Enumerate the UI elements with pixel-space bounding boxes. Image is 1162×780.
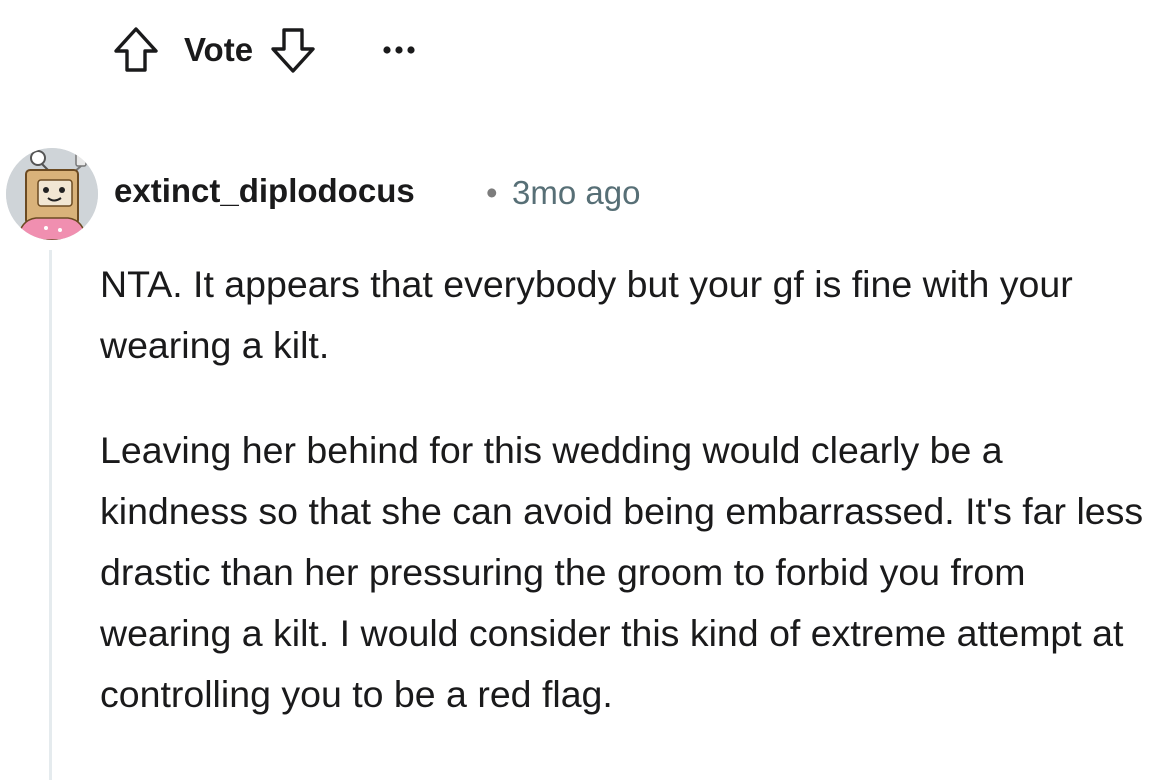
comment-body: NTA. It appears that everybody but your … (100, 254, 1158, 769)
comment-timestamp[interactable]: 3mo ago (512, 174, 640, 212)
comment-paragraph: Leaving her behind for this wedding woul… (100, 429, 1144, 715)
post-action-bar: Vote (108, 24, 419, 76)
avatar[interactable] (6, 148, 98, 240)
downvote-button[interactable] (265, 24, 321, 76)
arrow-up-outline-icon (114, 27, 158, 72)
robot-avatar-icon (6, 148, 98, 240)
more-options-button[interactable] (379, 24, 419, 76)
upvote-button[interactable] (108, 24, 164, 76)
vote-label: Vote (184, 31, 254, 68)
thread-line[interactable] (49, 250, 52, 780)
arrow-down-outline-icon (271, 28, 315, 73)
comment-paragraph: NTA. It appears that everybody but your … (100, 263, 1073, 366)
comment-view: Vote extinct_diplodocus • 3mo ago NTA. I… (0, 0, 1162, 780)
meta-separator: • (486, 174, 498, 211)
ellipsis-icon (383, 46, 415, 54)
comment-username[interactable]: extinct_diplodocus (114, 172, 415, 210)
